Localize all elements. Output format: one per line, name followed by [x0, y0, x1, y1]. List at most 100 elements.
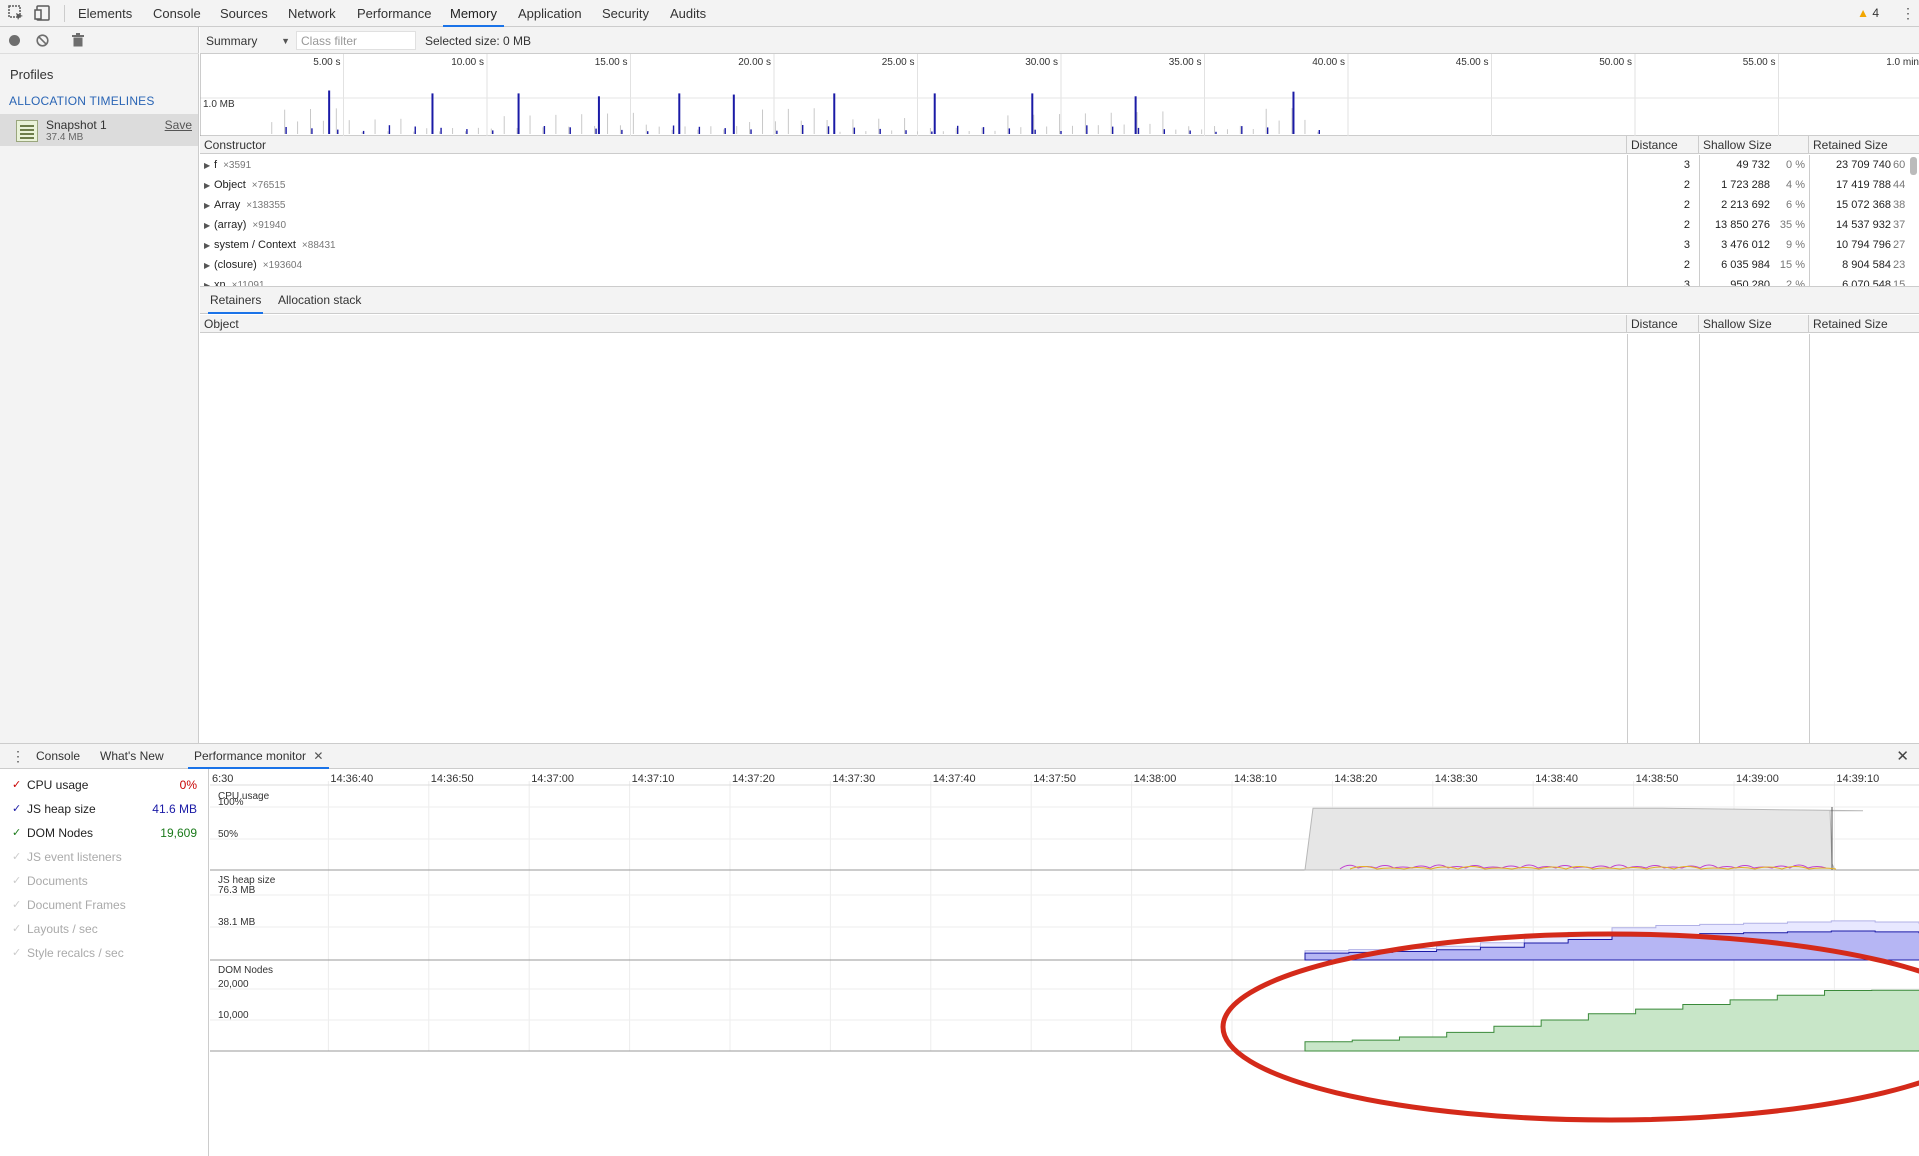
constructor-row[interactable]: ▶ Object ×76515 2 1 723 288 4 % 17 419 788 44 — [200, 175, 1919, 195]
drawer-tab-performance-monitor[interactable]: Performance monitor ✕ — [188, 744, 330, 769]
tab-console[interactable]: Console — [153, 0, 201, 27]
drawer-menu-icon[interactable]: ⋮ — [11, 744, 25, 769]
clear-all-icon[interactable] — [36, 34, 49, 47]
instance-count: ×3591 — [223, 160, 252, 171]
tab-network[interactable]: Network — [288, 0, 336, 27]
checkmark-icon[interactable]: ✓ — [12, 895, 24, 915]
distance-column-header[interactable]: Distance — [1627, 136, 1699, 154]
constructor-row[interactable]: ▶ system / Context ×88431 3 3 476 012 9 % 10 7… — [200, 235, 1919, 255]
retained-size-cell: 10 794 796 — [1835, 239, 1891, 251]
time-tick-label: 14:38:30 — [1435, 773, 1478, 785]
constructor-row[interactable]: ▶ (closure) ×193604 2 6 035 984 15 % 8 904 584… — [200, 255, 1919, 275]
metric-document-frames[interactable]: ✓ Document Frames — [0, 895, 209, 915]
metric-js-event-listeners[interactable]: ✓ JS event listeners — [0, 847, 209, 867]
expand-triangle-icon[interactable]: ▶ — [204, 216, 214, 235]
drawer-tab-whats-new[interactable]: What's New — [100, 744, 164, 769]
grid-scrollbar[interactable] — [1910, 157, 1917, 175]
object-column-header[interactable]: Object — [200, 315, 1627, 333]
checkmark-icon[interactable]: ✓ — [12, 919, 24, 939]
more-options-icon[interactable]: ⋮ — [1901, 0, 1915, 27]
allocation-timeline[interactable]: 5.00 s 10.00 s 15.00 s 20.00 s 25.00 s 30.00 … — [200, 54, 1919, 136]
snapshot-item[interactable]: Snapshot 1 37.4 MB Save — [0, 114, 198, 146]
shallow-size-cell: 1 723 288 — [1721, 179, 1770, 191]
retained-percent-cell: 15 — [1893, 279, 1906, 287]
profiles-toolbar — [0, 27, 199, 54]
checkmark-icon[interactable]: ✓ — [12, 871, 24, 891]
tab-sources[interactable]: Sources — [220, 0, 268, 27]
warnings-counter[interactable]: ▲ 4 — [1857, 0, 1879, 27]
warning-count: 4 — [1872, 6, 1879, 20]
shallow-size-column-header[interactable]: Shallow Size — [1699, 315, 1809, 333]
dropdown-arrow-icon: ▼ — [281, 36, 290, 46]
expand-triangle-icon[interactable]: ▶ — [204, 256, 214, 275]
expand-triangle-icon[interactable]: ▶ — [204, 196, 214, 215]
metric-dom-nodes[interactable]: ✓ DOM Nodes 19,609 — [0, 823, 209, 843]
timeline-tick-label: 30.00 s — [1025, 57, 1058, 68]
timeline-tick-label: 50.00 s — [1599, 57, 1632, 68]
dom-panel-title: DOM Nodes — [218, 965, 273, 976]
close-tab-icon[interactable]: ✕ — [313, 749, 323, 763]
expand-triangle-icon[interactable]: ▶ — [204, 156, 214, 175]
checkmark-icon[interactable]: ✓ — [12, 799, 24, 819]
drawer-tab-console[interactable]: Console — [36, 744, 80, 769]
view-select[interactable]: Summary ▼ — [206, 32, 290, 50]
record-icon[interactable] — [9, 35, 20, 46]
metric-layouts-sec[interactable]: ✓ Layouts / sec — [0, 919, 209, 939]
expand-triangle-icon[interactable]: ▶ — [204, 236, 214, 255]
metric-style-recalcs-sec[interactable]: ✓ Style recalcs / sec — [0, 943, 209, 963]
constructor-row[interactable]: ▶ f ×3591 3 49 732 0 % 23 709 740 60 — [200, 155, 1919, 175]
warning-icon: ▲ — [1857, 6, 1869, 20]
expand-triangle-icon[interactable]: ▶ — [204, 276, 214, 286]
constructor-name: f — [214, 159, 218, 171]
retained-size-column-header[interactable]: Retained Size — [1809, 136, 1919, 154]
retained-percent-cell: 37 — [1893, 219, 1906, 231]
constructor-row[interactable]: ▶ Array ×138355 2 2 213 692 6 % 15 072 368 38 — [200, 195, 1919, 215]
instance-count: ×91940 — [252, 220, 287, 231]
shallow-percent-cell: 0 % — [1786, 159, 1805, 171]
retainers-grid-header: Object Distance Shallow Size Retained Si… — [200, 315, 1919, 333]
checkmark-icon[interactable]: ✓ — [12, 943, 24, 963]
tab-elements[interactable]: Elements — [78, 0, 132, 27]
tab-audits[interactable]: Audits — [670, 0, 706, 27]
inspect-element-icon[interactable] — [7, 4, 25, 22]
checkmark-icon[interactable]: ✓ — [12, 823, 24, 843]
checkmark-icon[interactable]: ✓ — [12, 847, 24, 867]
constructor-row[interactable]: ▶ (array) ×91940 2 13 850 276 35 % 14 537 932 3… — [200, 215, 1919, 235]
tab-memory[interactable]: Memory — [443, 0, 504, 27]
shallow-size-column-header[interactable]: Shallow Size — [1699, 136, 1809, 154]
time-tick-label: 14:36:40 — [330, 773, 373, 785]
retained-size-column-header[interactable]: Retained Size — [1809, 315, 1919, 333]
constructor-name: Array — [214, 199, 241, 211]
drawer-tab-label: Performance monitor — [194, 749, 307, 763]
constructor-column-header[interactable]: Constructor — [200, 136, 1627, 154]
tab-allocation-stack[interactable]: Allocation stack — [278, 287, 361, 314]
trash-icon[interactable] — [72, 33, 84, 47]
tab-retainers[interactable]: Retainers — [208, 287, 264, 314]
device-toolbar-icon[interactable] — [34, 4, 52, 22]
class-filter-input[interactable] — [296, 31, 416, 50]
metric-documents[interactable]: ✓ Documents — [0, 871, 209, 891]
expand-triangle-icon[interactable]: ▶ — [204, 176, 214, 195]
tab-performance[interactable]: Performance — [357, 0, 431, 27]
shallow-size-cell: 3 476 012 — [1721, 239, 1770, 251]
save-snapshot-link[interactable]: Save — [165, 118, 192, 132]
time-tick-label: 14:37:20 — [732, 773, 775, 785]
shallow-size-cell: 2 213 692 — [1721, 199, 1770, 211]
metric-js-heap-size[interactable]: ✓ JS heap size 41.6 MB — [0, 799, 209, 819]
constructor-name-cell: ▶ (closure) ×193604 — [204, 255, 1624, 275]
tab-application[interactable]: Application — [518, 0, 582, 27]
constructor-name-cell: ▶ f ×3591 — [204, 155, 1624, 175]
shallow-percent-cell: 15 % — [1779, 259, 1805, 271]
shallow-percent-cell: 2 % — [1786, 279, 1805, 287]
retained-size-cell: 15 072 368 — [1835, 199, 1891, 211]
timeline-tick-label: 15.00 s — [595, 57, 628, 68]
close-drawer-icon[interactable]: ✕ — [1896, 744, 1909, 769]
constructor-name-cell: ▶ Array ×138355 — [204, 195, 1624, 215]
dom-scale-label: 10,000 — [218, 1010, 249, 1021]
tab-security[interactable]: Security — [602, 0, 649, 27]
distance-cell: 3 — [1683, 279, 1690, 287]
distance-column-header[interactable]: Distance — [1627, 315, 1699, 333]
checkmark-icon[interactable]: ✓ — [12, 775, 24, 795]
constructor-row[interactable]: ▶ xn ×11091 3 950 280 2 % 6 070 548 15 — [200, 275, 1919, 287]
metric-cpu-usage[interactable]: ✓ CPU usage 0% — [0, 775, 209, 795]
